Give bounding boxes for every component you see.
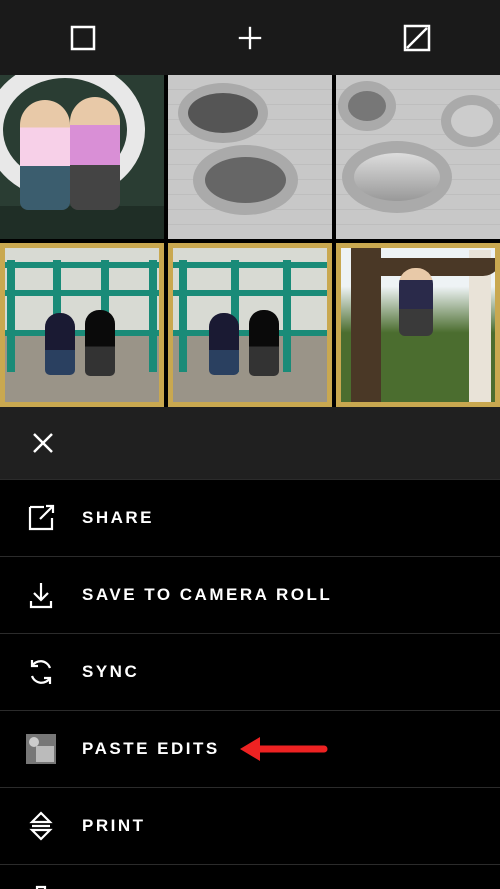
share-button[interactable]: SHARE: [0, 479, 500, 556]
paste-thumbnail-icon: [26, 734, 56, 764]
trash-icon: [26, 883, 56, 889]
photo-grid: [0, 75, 500, 407]
library-icon[interactable]: [69, 24, 97, 52]
photo-thumbnail[interactable]: [336, 75, 500, 239]
save-button[interactable]: SAVE TO CAMERA ROLL: [0, 556, 500, 633]
edit-icon[interactable]: [403, 24, 431, 52]
add-icon[interactable]: [236, 24, 264, 52]
print-label: PRINT: [82, 816, 146, 836]
sync-button[interactable]: SYNC: [0, 633, 500, 710]
paste-edits-button[interactable]: PASTE EDITS: [0, 710, 500, 787]
action-sheet-header: [0, 407, 500, 479]
share-icon: [26, 503, 56, 533]
photo-thumbnail-selected[interactable]: [0, 243, 164, 407]
photo-thumbnail-selected[interactable]: [336, 243, 500, 407]
close-icon[interactable]: [28, 428, 58, 458]
sync-label: SYNC: [82, 662, 139, 682]
photo-thumbnail[interactable]: [168, 75, 332, 239]
annotation-arrow-icon: [236, 727, 328, 771]
download-icon: [26, 580, 56, 610]
photo-thumbnail-selected[interactable]: [168, 243, 332, 407]
save-label: SAVE TO CAMERA ROLL: [82, 585, 332, 605]
photo-thumbnail[interactable]: [0, 75, 164, 239]
top-toolbar: [0, 0, 500, 75]
print-button[interactable]: PRINT: [0, 787, 500, 864]
print-icon: [26, 811, 56, 841]
sync-icon: [26, 657, 56, 687]
action-menu: SHARE SAVE TO CAMERA ROLL SYNC PASTE EDI…: [0, 479, 500, 889]
paste-edits-label: PASTE EDITS: [82, 739, 220, 759]
share-label: SHARE: [82, 508, 154, 528]
delete-button[interactable]: DELETE: [0, 864, 500, 889]
